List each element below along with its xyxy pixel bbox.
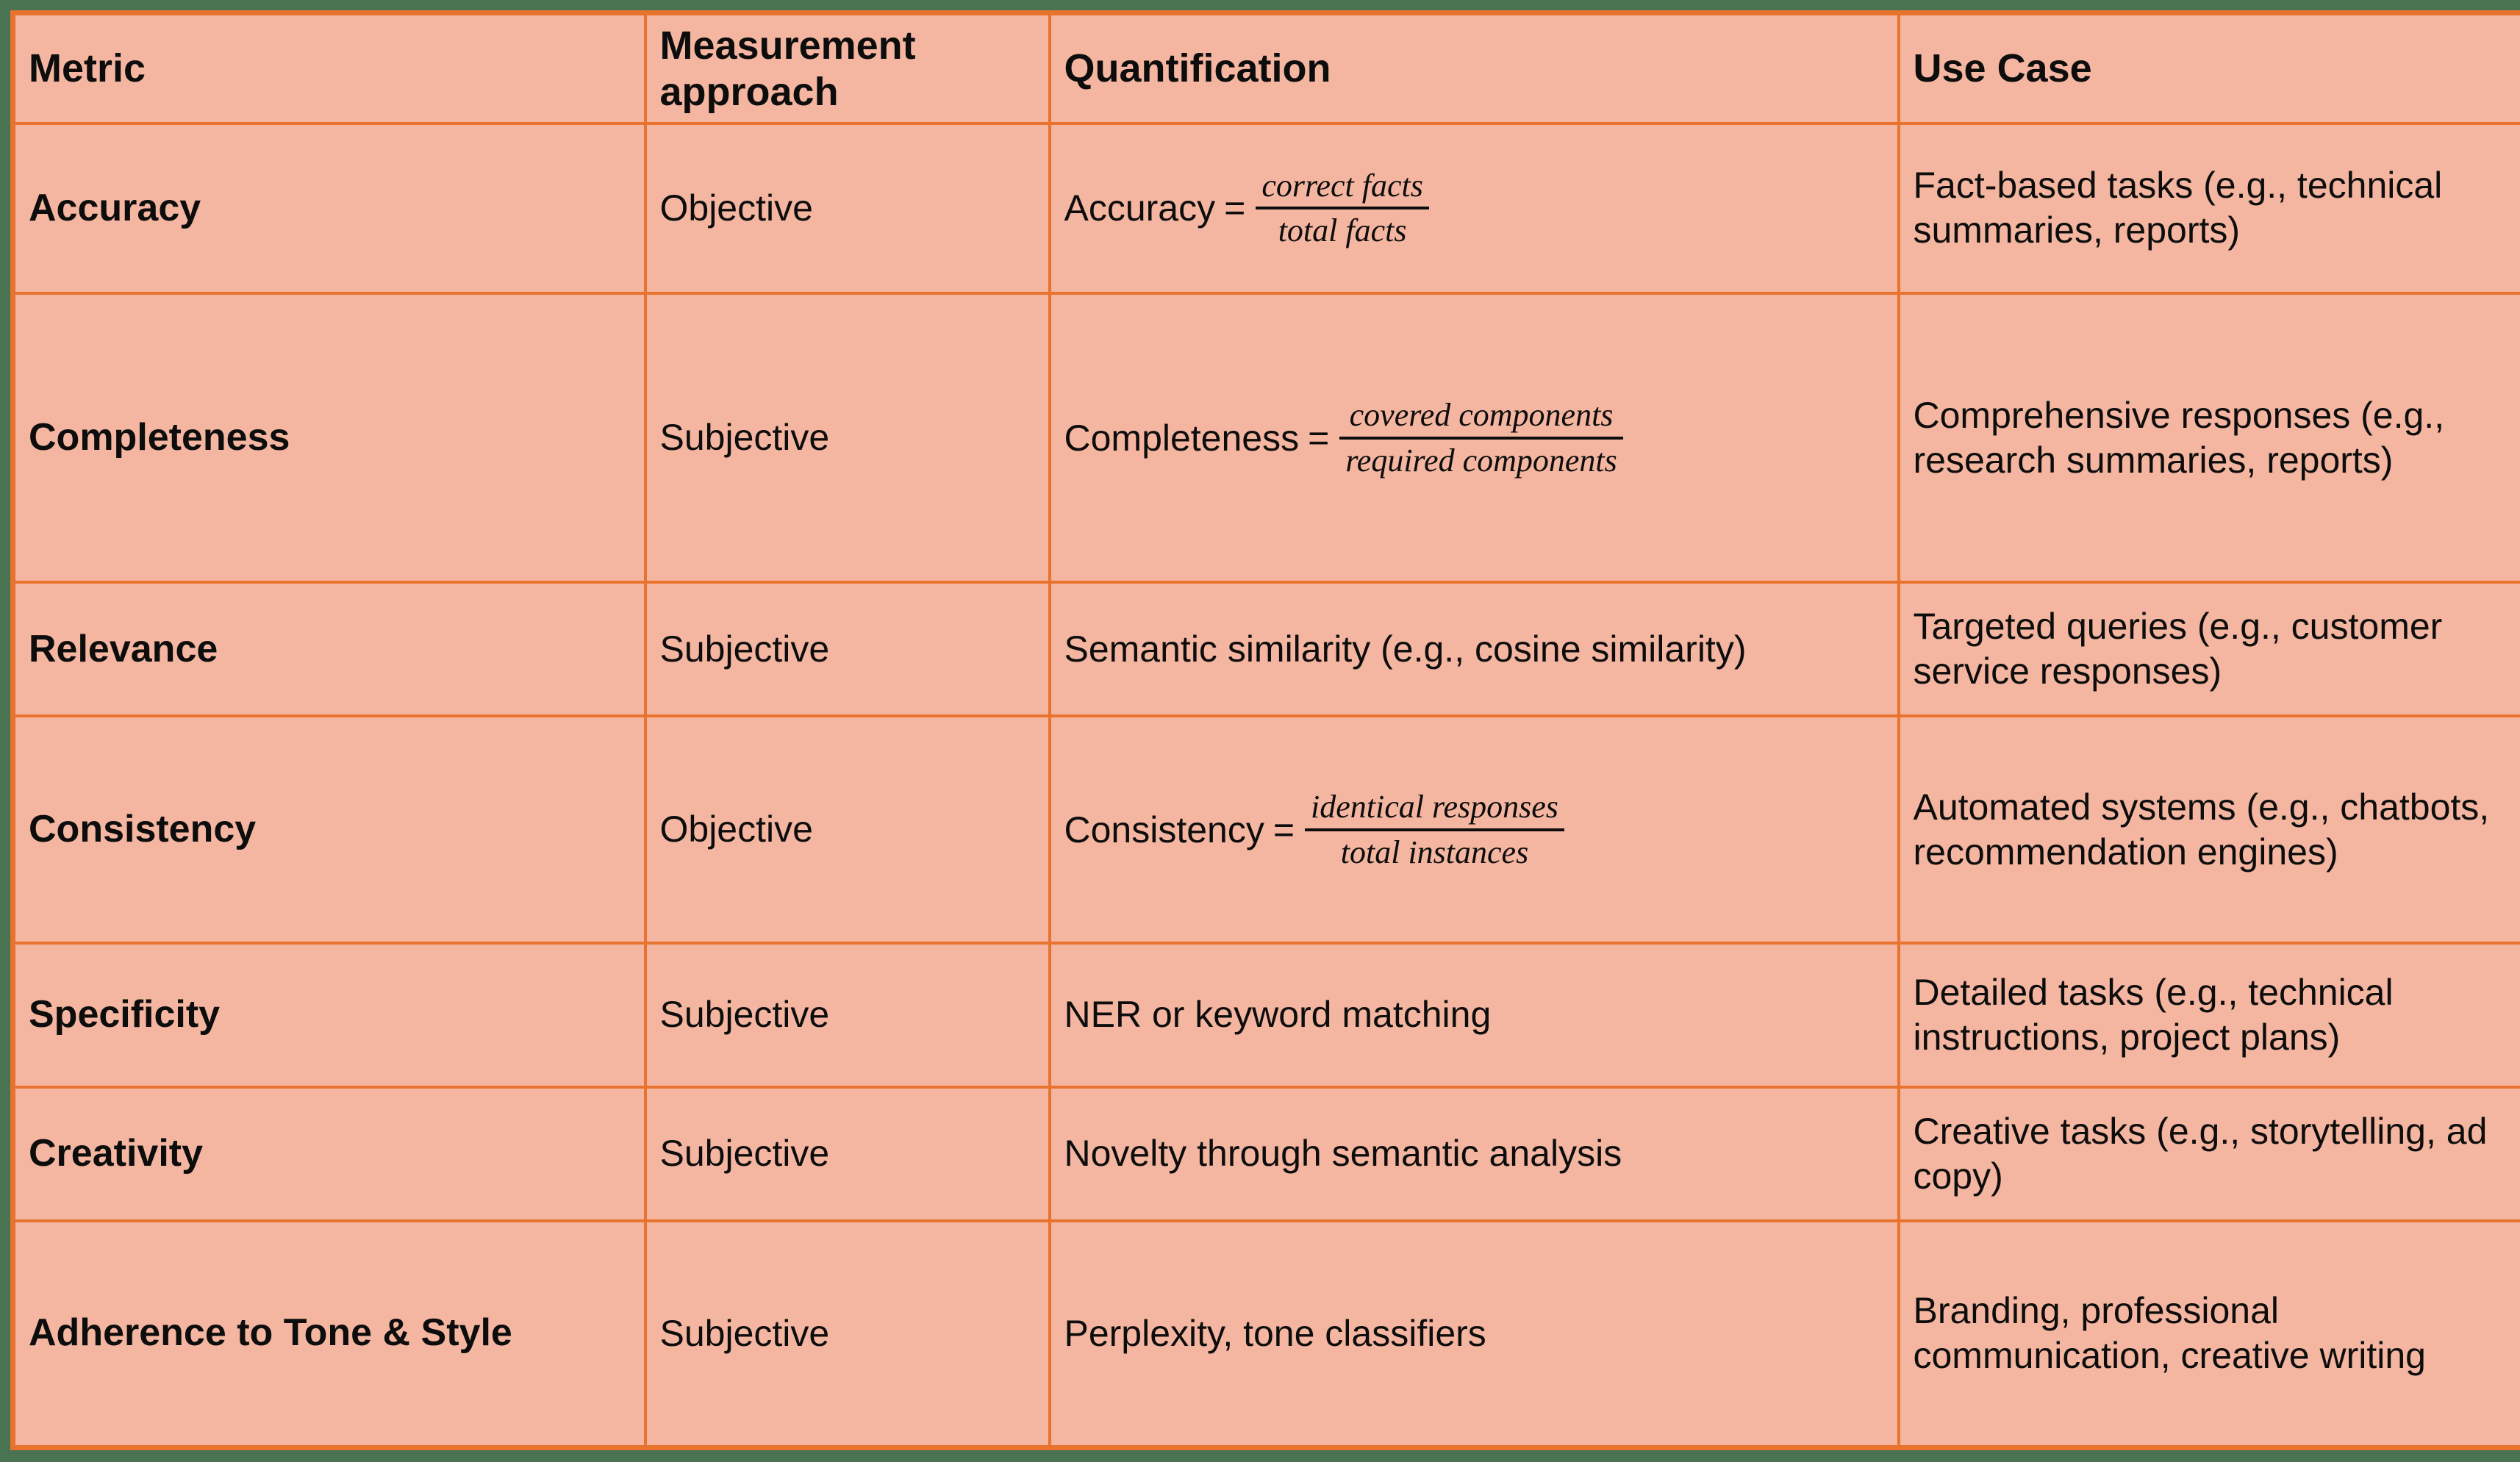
cell-use-case: Fact-based tasks (e.g., technical summar…	[1897, 122, 2520, 295]
formula-denominator: total facts	[1278, 212, 1407, 249]
formula-fraction: correct facts total facts	[1256, 168, 1429, 248]
table-row: Completeness Subjective Completeness = c…	[11, 291, 2520, 584]
evaluation-metrics-table: Metric Measurement approach Quantificati…	[10, 10, 2520, 1450]
cell-approach: Subjective	[643, 942, 1051, 1089]
table-body: Accuracy Objective Accuracy = correct fa…	[11, 122, 2520, 1450]
formula-numerator: identical responses	[1311, 789, 1558, 825]
formula-fraction: covered components required components	[1339, 397, 1623, 479]
table-row: Specificity Subjective NER or keyword ma…	[11, 942, 2520, 1089]
cell-use-case: Comprehensive responses (e.g., research …	[1897, 291, 2520, 584]
cell-quantification: Completeness = covered components requir…	[1048, 291, 1900, 584]
cell-metric: Relevance	[11, 581, 647, 718]
cell-use-case: Automated systems (e.g., chatbots, recom…	[1897, 714, 2520, 945]
formula-numerator: correct facts	[1261, 167, 1423, 204]
column-header-measurement-approach: Measurement approach	[643, 11, 1051, 126]
cell-metric: Completeness	[11, 291, 647, 584]
table-row: Consistency Objective Consistency = iden…	[11, 714, 2520, 945]
formula-completeness: Completeness = covered components requir…	[1064, 398, 1623, 478]
cell-metric: Accuracy	[11, 122, 647, 295]
cell-use-case: Creative tasks (e.g., storytelling, ad c…	[1897, 1085, 2520, 1222]
formula-denominator: required components	[1345, 442, 1617, 479]
formula-consistency: Consistency = identical responses total …	[1064, 789, 1564, 870]
cell-metric: Adherence to Tone & Style	[11, 1219, 647, 1450]
cell-approach: Subjective	[643, 1219, 1051, 1450]
column-header-quantification: Quantification	[1048, 11, 1900, 126]
cell-approach: Subjective	[643, 1085, 1051, 1222]
cell-approach: Objective	[643, 122, 1051, 295]
cell-quantification: Consistency = identical responses total …	[1048, 714, 1900, 945]
cell-approach: Subjective	[643, 291, 1051, 584]
formula-denominator: total instances	[1340, 834, 1529, 870]
cell-quantification: Perplexity, tone classifiers	[1048, 1219, 1900, 1450]
table-row: Relevance Subjective Semantic similarity…	[11, 581, 2520, 718]
cell-approach: Objective	[643, 714, 1051, 945]
cell-metric: Specificity	[11, 942, 647, 1089]
formula-accuracy: Accuracy = correct facts total facts	[1064, 168, 1429, 248]
cell-quantification: Accuracy = correct facts total facts	[1048, 122, 1900, 295]
column-header-metric: Metric	[11, 11, 647, 126]
formula-lhs: Completeness	[1064, 417, 1300, 459]
table-row: Creativity Subjective Novelty through se…	[11, 1085, 2520, 1222]
formula-lhs: Consistency	[1064, 809, 1264, 850]
cell-use-case: Detailed tasks (e.g., technical instruct…	[1897, 942, 2520, 1089]
cell-metric: Creativity	[11, 1085, 647, 1222]
cell-quantification: NER or keyword matching	[1048, 942, 1900, 1089]
slide-canvas: Metric Measurement approach Quantificati…	[0, 0, 2520, 1462]
formula-operator: =	[1272, 809, 1295, 850]
table-row: Accuracy Objective Accuracy = correct fa…	[11, 122, 2520, 295]
cell-approach: Subjective	[643, 581, 1051, 718]
formula-numerator: covered components	[1349, 397, 1614, 433]
cell-use-case: Branding, professional communication, cr…	[1897, 1219, 2520, 1450]
formula-lhs: Accuracy	[1064, 187, 1216, 229]
cell-use-case: Targeted queries (e.g., customer service…	[1897, 581, 2520, 718]
formula-operator: =	[1308, 417, 1330, 459]
formula-fraction: identical responses total instances	[1305, 789, 1564, 870]
table-header-row: Metric Measurement approach Quantificati…	[11, 11, 2520, 126]
cell-quantification: Semantic similarity (e.g., cosine simila…	[1048, 581, 1900, 718]
column-header-use-case: Use Case	[1897, 11, 2520, 126]
table-row: Adherence to Tone & Style Subjective Per…	[11, 1219, 2520, 1450]
formula-operator: =	[1224, 187, 1246, 229]
cell-quantification: Novelty through semantic analysis	[1048, 1085, 1900, 1222]
cell-metric: Consistency	[11, 714, 647, 945]
table-header: Metric Measurement approach Quantificati…	[11, 11, 2520, 126]
